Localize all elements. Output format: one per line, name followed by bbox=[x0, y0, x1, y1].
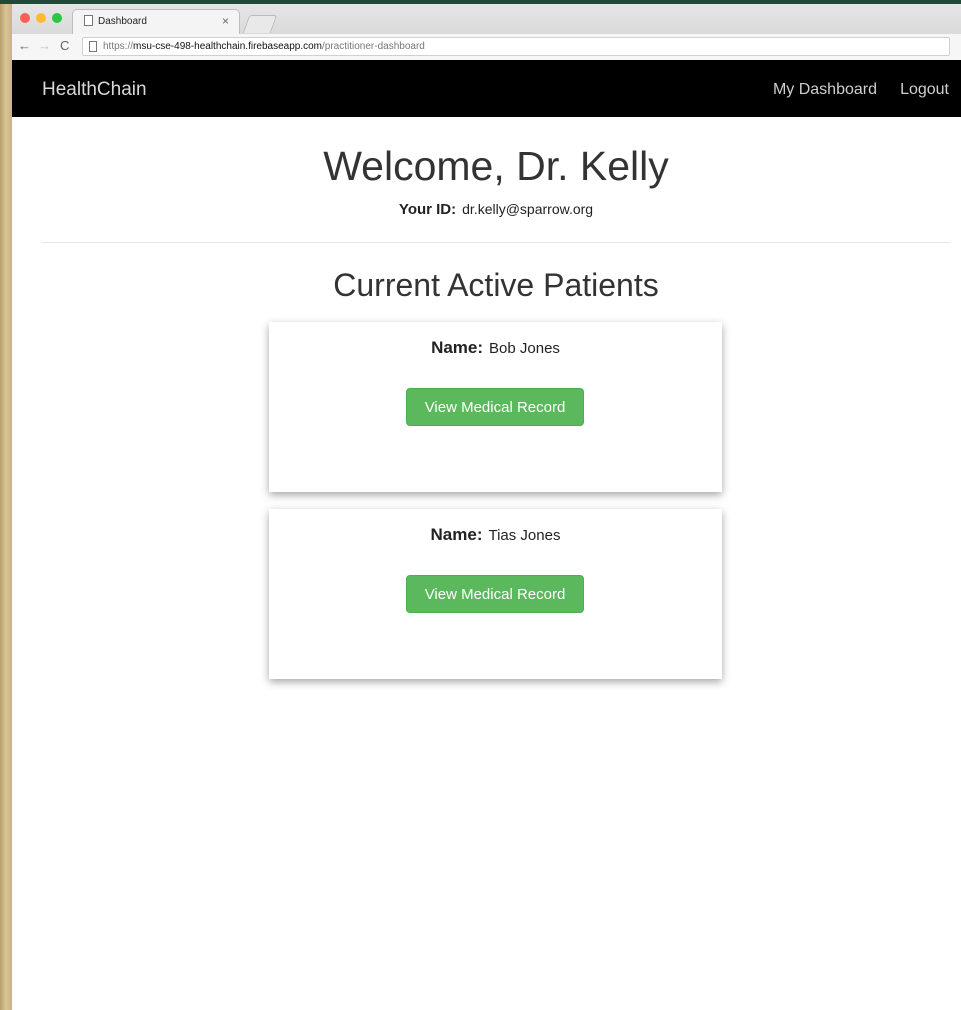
page-title: Welcome, Dr. Kelly bbox=[323, 143, 669, 189]
page-info-icon[interactable] bbox=[89, 41, 97, 52]
page-content: Welcome, Dr. Kelly Your ID: dr.kelly@spar… bbox=[12, 117, 961, 1010]
patient-name-line: Name: Bob Jones bbox=[269, 338, 722, 358]
browser-window: Dashboard × ← → C https://msu-cse-498-he… bbox=[12, 4, 961, 1010]
divider bbox=[42, 242, 950, 243]
patient-name-value: Tias Jones bbox=[488, 527, 561, 544]
close-window-icon[interactable] bbox=[20, 13, 30, 23]
reload-icon[interactable]: C bbox=[60, 38, 69, 53]
browser-toolbar: ← → C https://msu-cse-498-healthchain.fi… bbox=[12, 34, 961, 61]
patient-name-label: Name: bbox=[430, 525, 483, 544]
url-host: msu-cse-498-healthchain.firebaseapp.com bbox=[133, 41, 323, 52]
url-scheme: https:// bbox=[103, 41, 134, 52]
patient-name-line: Name: Tias Jones bbox=[269, 525, 722, 545]
patient-card: Name: Bob Jones View Medical Record bbox=[269, 322, 722, 492]
url-text: https://msu-cse-498-healthchain.firebase… bbox=[103, 41, 425, 52]
app-navbar: HealthChain My Dashboard Logout bbox=[12, 60, 961, 117]
patient-name-value: Bob Jones bbox=[489, 340, 560, 357]
url-path: /practitioner-dashboard bbox=[322, 41, 425, 52]
browser-tab-bar: Dashboard × bbox=[12, 4, 961, 34]
patient-card: Name: Tias Jones View Medical Record bbox=[269, 509, 722, 679]
view-medical-record-button[interactable]: View Medical Record bbox=[406, 388, 584, 426]
page-icon bbox=[84, 15, 93, 26]
new-tab-button[interactable] bbox=[242, 15, 278, 33]
patient-name-label: Name: bbox=[431, 338, 484, 357]
view-medical-record-button[interactable]: View Medical Record bbox=[406, 575, 584, 613]
browser-tab-dashboard[interactable]: Dashboard × bbox=[72, 9, 240, 34]
nav-my-dashboard-link[interactable]: My Dashboard bbox=[773, 81, 877, 99]
forward-arrow-icon[interactable]: → bbox=[38, 38, 51, 53]
tab-close-icon[interactable]: × bbox=[222, 14, 229, 28]
back-arrow-icon[interactable]: ← bbox=[18, 38, 31, 53]
user-id-value: dr.kelly@sparrow.org bbox=[462, 201, 594, 217]
tab-title: Dashboard bbox=[98, 16, 147, 27]
address-bar[interactable]: https://msu-cse-498-healthchain.firebase… bbox=[82, 37, 950, 56]
user-id-line: Your ID: dr.kelly@sparrow.org bbox=[12, 201, 961, 218]
minimize-window-icon[interactable] bbox=[36, 13, 46, 23]
section-title: Current Active Patients bbox=[333, 267, 659, 303]
maximize-window-icon[interactable] bbox=[52, 13, 62, 23]
brand-link[interactable]: HealthChain bbox=[42, 79, 147, 101]
user-id-label: Your ID: bbox=[398, 201, 457, 218]
nav-logout-link[interactable]: Logout bbox=[900, 81, 949, 99]
